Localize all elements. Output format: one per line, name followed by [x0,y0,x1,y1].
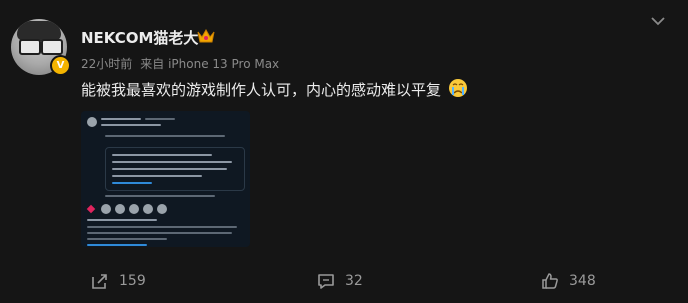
post-image[interactable] [81,111,250,247]
chevron-down-icon[interactable] [650,14,666,28]
share-icon [92,274,107,289]
like-button[interactable]: 348 [540,271,596,291]
verified-badge: V [50,55,71,76]
post-text: 能被我最喜欢的游戏制作人认可，内心的感动难以平复 [81,81,442,99]
post-time: 22小时前 [81,57,133,71]
thumbs-up-icon [542,273,558,289]
post-meta: 22小时前 来自 iPhone 13 Pro Max [81,55,279,72]
comment-count: 32 [345,273,363,289]
weibo-post: V NEKCOM猫老大 22小时前 来自 iPhone 13 Pro Max 能被… [0,0,688,303]
comment-button[interactable]: 32 [316,271,363,291]
crown-icon [197,28,215,43]
like-count: 348 [569,273,596,289]
comment-icon [318,274,334,289]
crying-face-emoji [448,79,467,97]
post-content: 能被我最喜欢的游戏制作人认可，内心的感动难以平复 [81,78,468,100]
username[interactable]: NEKCOM猫老大 [81,27,198,48]
share-count: 159 [119,273,146,289]
tweet-screenshot [81,111,250,247]
post-source: 来自 iPhone 13 Pro Max [140,57,280,71]
share-button[interactable]: 159 [90,271,146,291]
